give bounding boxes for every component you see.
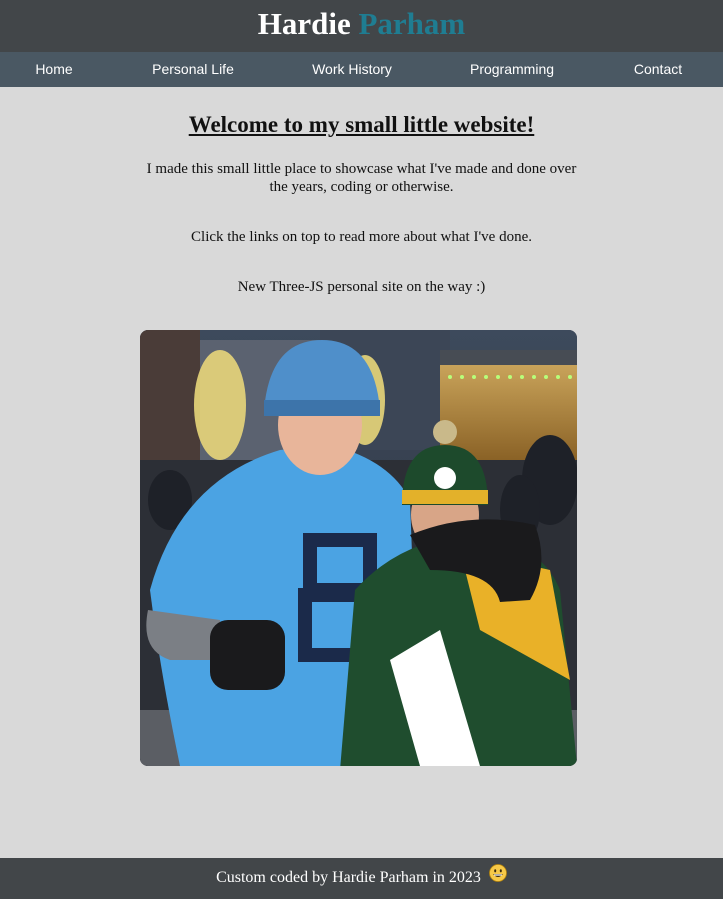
site-title-last-name: Parham	[358, 6, 466, 41]
intro-text: I made this small little place to showca…	[146, 161, 577, 195]
grinning-face-icon	[489, 858, 507, 898]
main-nav: Home Personal Life Work History Programm…	[0, 52, 723, 87]
nav-link-home[interactable]: Home	[35, 52, 72, 87]
nav-link-programming[interactable]: Programming	[470, 52, 554, 87]
announcement-text: New Three-JS personal site on the way :)	[237, 279, 486, 295]
footer-credit: Custom coded by Hardie Parham in 2023	[216, 869, 481, 886]
site-footer: Custom coded by Hardie Parham in 2023	[0, 858, 723, 899]
welcome-heading: Welcome to my small little website!	[188, 112, 535, 137]
nav-link-contact[interactable]: Contact	[634, 52, 682, 87]
site-title: Hardie Parham	[0, 0, 723, 48]
links-note-text: Click the links on top to read more abou…	[191, 229, 532, 245]
site-title-first-name: Hardie	[257, 6, 351, 41]
nav-link-work-history[interactable]: Work History	[312, 52, 392, 87]
profile-photo	[140, 330, 577, 766]
site-header: Hardie Parham	[0, 0, 723, 52]
nav-link-personal-life[interactable]: Personal Life	[152, 52, 234, 87]
